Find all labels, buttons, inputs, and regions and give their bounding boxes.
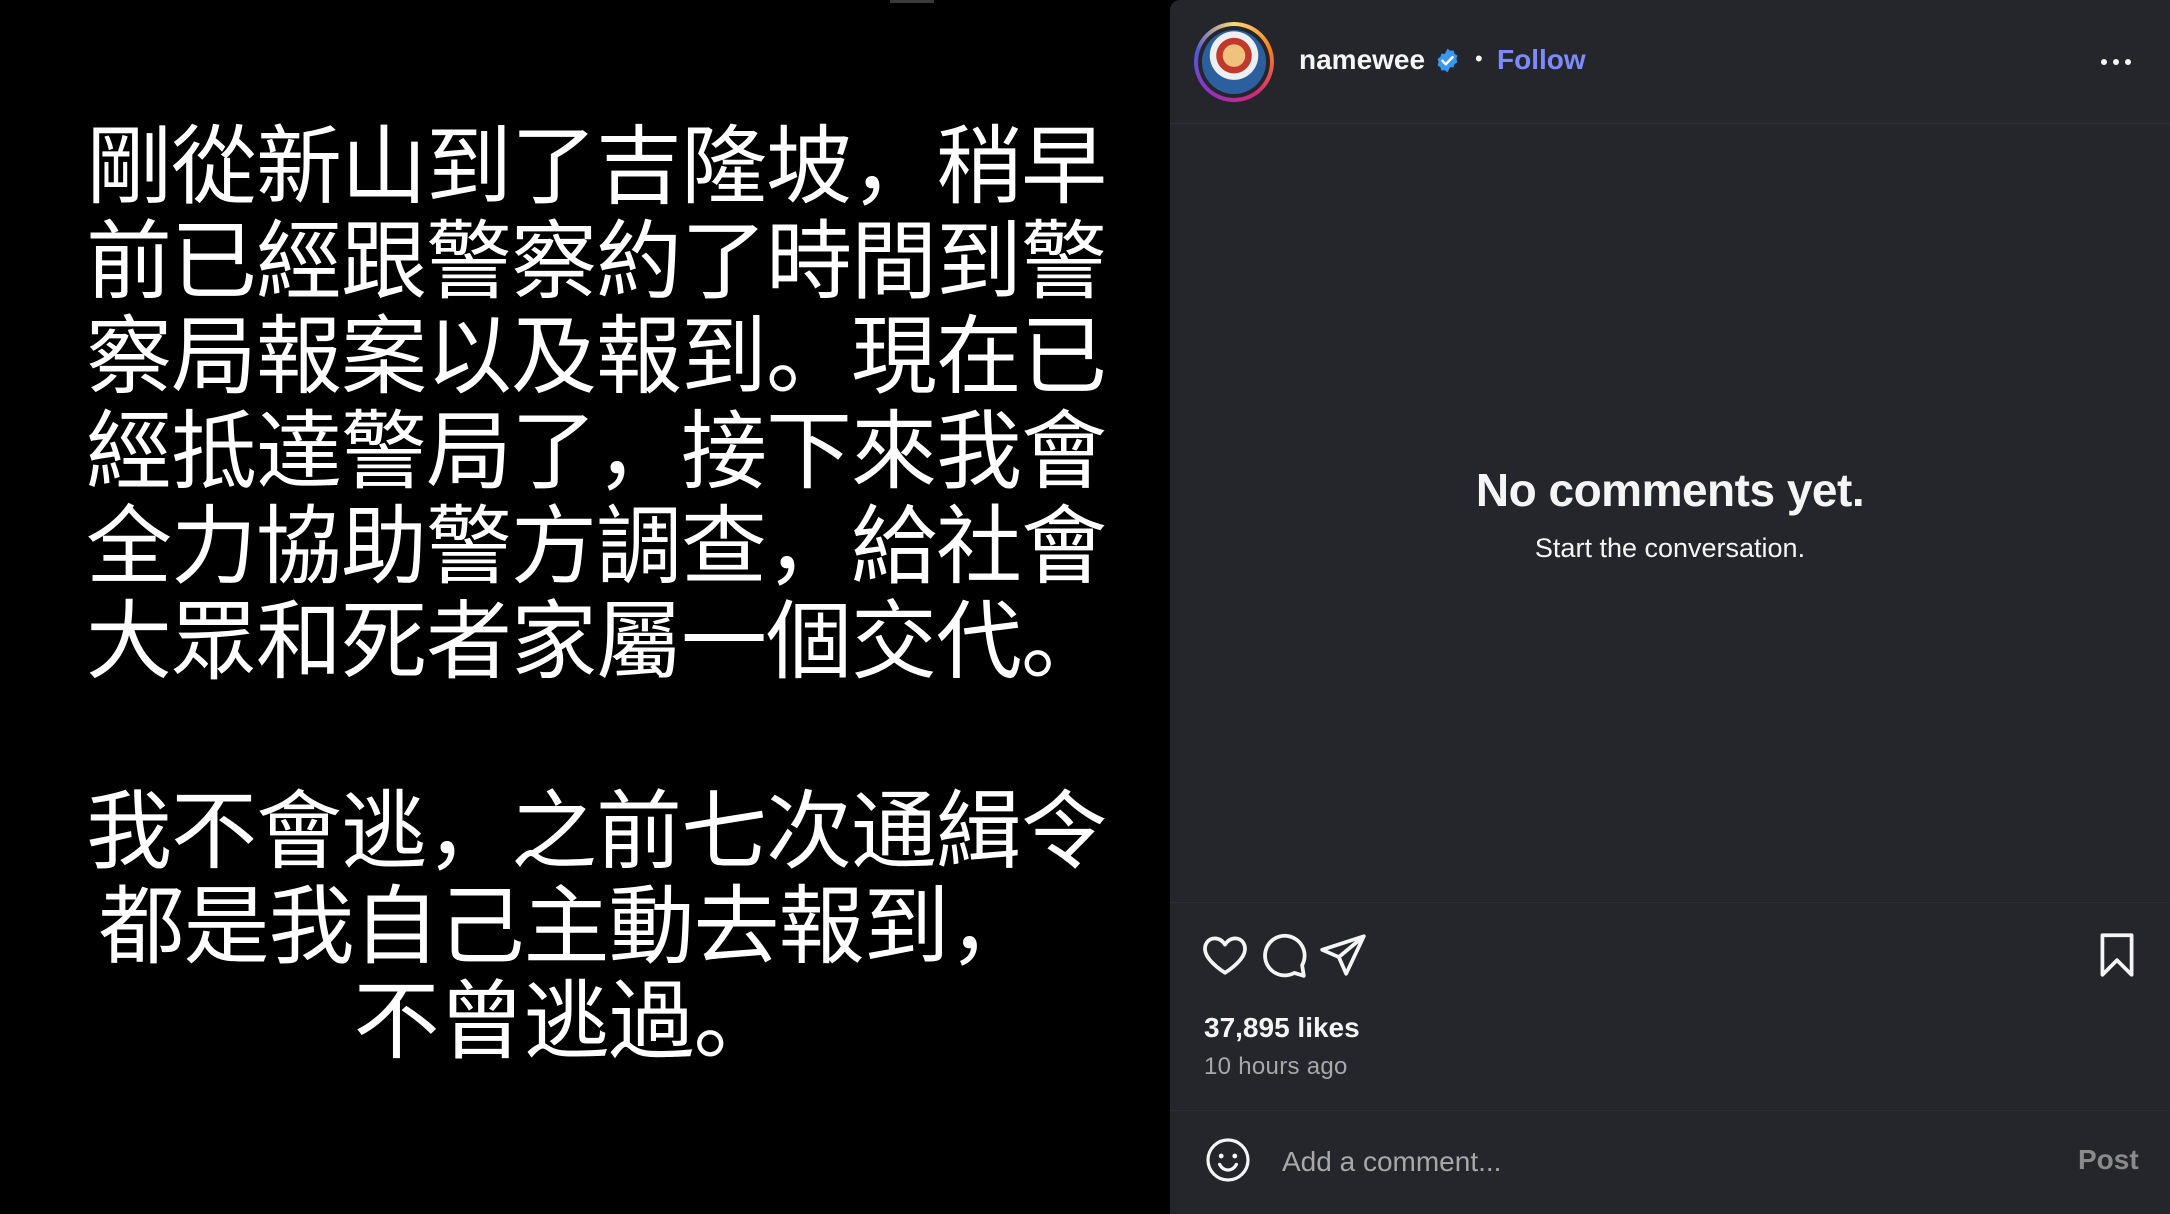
likes-count[interactable]: 37,895 likes <box>1204 1012 1360 1044</box>
heart-icon[interactable] <box>1200 930 1250 980</box>
username-link[interactable]: namewee <box>1299 44 1425 76</box>
follow-button[interactable]: Follow <box>1497 44 1586 76</box>
post-image: 剛從新山到了吉隆坡，稍早 前已經跟警察約了時間到警 察局報案以及報到。現在已 經… <box>0 0 1168 1214</box>
instagram-post-view: 剛從新山到了吉隆坡，稍早 前已經跟警察約了時間到警 察局報案以及報到。現在已 經… <box>0 0 2170 1214</box>
verified-badge-icon <box>1437 48 1458 73</box>
share-icon[interactable] <box>1318 930 1368 980</box>
comment-input[interactable] <box>1282 1140 2042 1184</box>
divider <box>1170 1110 2170 1111</box>
post-header: namewee • Follow <box>1170 0 2170 124</box>
post-text-paragraph-2: 我不會逃，之前七次通緝令 都是我自己主動去報到， 不曾逃過。 <box>86 782 1107 1072</box>
post-text-paragraph-1: 剛從新山到了吉隆坡，稍早 前已經跟警察約了時間到警 察局報案以及報到。現在已 經… <box>86 117 1107 692</box>
post-text: 剛從新山到了吉隆坡，稍早 前已經跟警察約了時間到警 察局報案以及報到。現在已 經… <box>86 117 1107 1072</box>
comment-icon[interactable] <box>1259 930 1309 980</box>
no-comments-title: No comments yet. <box>1475 464 1865 516</box>
divider <box>1170 902 2170 903</box>
avatar[interactable] <box>1194 22 1274 102</box>
top-marker <box>890 0 934 3</box>
post-timestamp[interactable]: 10 hours ago <box>1204 1053 1348 1081</box>
separator-dot: • <box>1475 46 1483 71</box>
post-comment-button[interactable]: Post <box>2078 1144 2139 1176</box>
post-side-panel: namewee • Follow No comments yet. Start … <box>1170 0 2170 1214</box>
profile-avatar-icon <box>1202 30 1266 94</box>
more-options-icon[interactable] <box>2096 48 2136 76</box>
bookmark-icon[interactable] <box>2092 930 2142 980</box>
avatar-inner <box>1198 26 1270 98</box>
emoji-icon[interactable] <box>1204 1136 1252 1184</box>
no-comments-subtitle: Start the conversation. <box>1534 533 1806 563</box>
